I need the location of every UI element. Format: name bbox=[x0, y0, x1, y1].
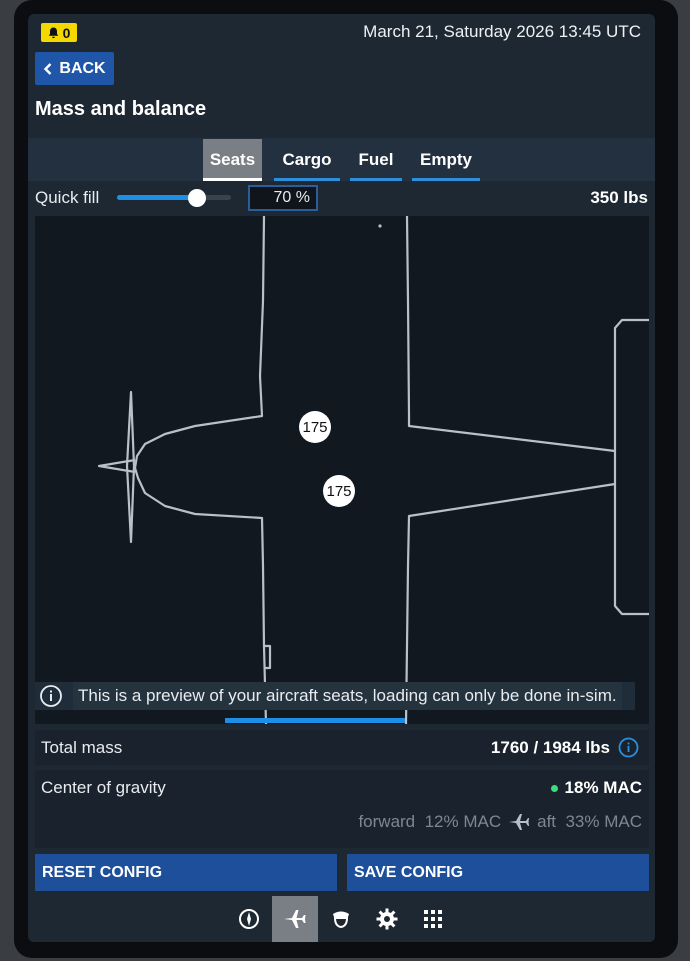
cg-value: 18% MAC bbox=[550, 778, 642, 798]
reset-config-button[interactable]: RESET CONFIG bbox=[35, 854, 337, 891]
preview-notice-text: This is a preview of your aircraft seats… bbox=[73, 682, 622, 710]
cg-label: Center of gravity bbox=[41, 778, 166, 797]
cg-forward-limit: forward 12% MAC bbox=[358, 812, 502, 831]
quick-fill-row: Quick fill 70 % 350 lbs bbox=[28, 181, 655, 216]
bottom-nav bbox=[28, 896, 655, 942]
save-config-button[interactable]: SAVE CONFIG bbox=[347, 854, 649, 891]
nav-pilot[interactable] bbox=[318, 896, 364, 942]
total-mass-label: Total mass bbox=[41, 738, 123, 757]
gear-icon bbox=[376, 908, 398, 930]
seat-marker[interactable]: 175 bbox=[323, 475, 355, 507]
nav-aircraft[interactable] bbox=[272, 896, 318, 942]
back-button[interactable]: BACK bbox=[35, 52, 114, 85]
notification-badge[interactable]: 0 bbox=[41, 23, 77, 42]
nav-compass[interactable] bbox=[226, 896, 272, 942]
preview-notice: This is a preview of your aircraft seats… bbox=[35, 682, 635, 710]
chevron-left-icon bbox=[44, 62, 52, 75]
quick-fill-total-weight: 350 lbs bbox=[590, 188, 648, 207]
quick-fill-label: Quick fill bbox=[35, 188, 100, 207]
compass-icon bbox=[239, 909, 259, 929]
quick-fill-percent-input[interactable]: 70 % bbox=[248, 185, 318, 211]
slider-thumb[interactable] bbox=[187, 189, 206, 207]
center-of-gravity-panel: Center of gravity 18% MAC forward 12% MA… bbox=[35, 770, 649, 848]
bell-icon bbox=[48, 27, 58, 38]
total-mass-row: Total mass 1760 / 1984 lbs bbox=[35, 730, 649, 765]
tab-seats[interactable]: Seats bbox=[203, 139, 262, 181]
seat-marker[interactable]: 175 bbox=[299, 411, 331, 443]
nav-settings[interactable] bbox=[364, 896, 410, 942]
aircraft-seat-map: 175 175 bbox=[35, 216, 649, 724]
datetime: March 21, Saturday 2026 13:45 UTC bbox=[363, 22, 641, 41]
tab-empty[interactable]: Empty bbox=[412, 139, 480, 181]
total-mass-value: 1760 / 1984 lbs bbox=[490, 738, 610, 757]
nav-apps[interactable] bbox=[410, 896, 456, 942]
tab-fuel[interactable]: Fuel bbox=[350, 139, 402, 181]
notification-count: 0 bbox=[62, 24, 71, 41]
pilot-icon bbox=[333, 911, 349, 929]
cg-range: forward 12% MAC aft 33% MAC bbox=[358, 812, 642, 832]
apps-grid-icon bbox=[424, 910, 442, 928]
back-label: BACK bbox=[59, 59, 106, 77]
efb-screen: 0 March 21, Saturday 2026 13:45 UTC BACK… bbox=[28, 14, 655, 942]
status-bar: 0 March 21, Saturday 2026 13:45 UTC bbox=[28, 14, 655, 50]
info-icon bbox=[40, 685, 62, 707]
tab-cargo[interactable]: Cargo bbox=[274, 139, 340, 181]
tab-bar: Seats Cargo Fuel Empty bbox=[28, 138, 655, 181]
quick-fill-slider[interactable] bbox=[117, 189, 231, 207]
aircraft-outline bbox=[97, 216, 649, 724]
cg-status-dot bbox=[550, 784, 558, 792]
cg-value-text: 18% MAC bbox=[564, 778, 642, 797]
scroll-indicator bbox=[225, 718, 405, 723]
airplane-icon bbox=[509, 814, 530, 830]
cg-aft-limit: aft 33% MAC bbox=[537, 812, 642, 831]
info-icon[interactable] bbox=[618, 737, 639, 758]
slider-fill bbox=[117, 195, 197, 200]
airplane-icon bbox=[284, 910, 306, 928]
page-title: Mass and balance bbox=[35, 98, 207, 120]
antenna-dot bbox=[378, 224, 382, 228]
